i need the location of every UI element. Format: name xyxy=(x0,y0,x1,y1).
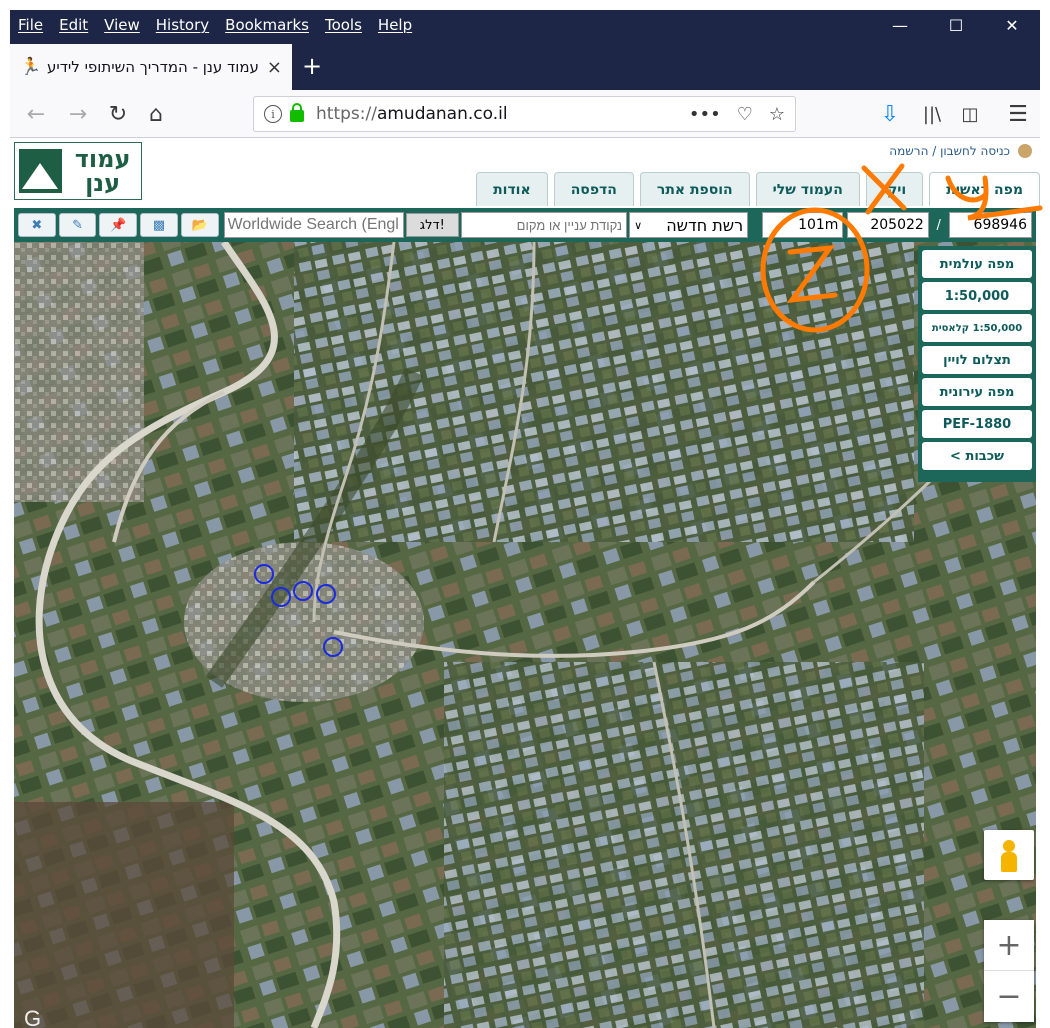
x-annotation-mark xyxy=(861,163,907,215)
annotation-overlay xyxy=(760,163,1043,333)
y-annotation-mark xyxy=(945,175,1043,221)
z-annotation-mark xyxy=(786,244,838,304)
